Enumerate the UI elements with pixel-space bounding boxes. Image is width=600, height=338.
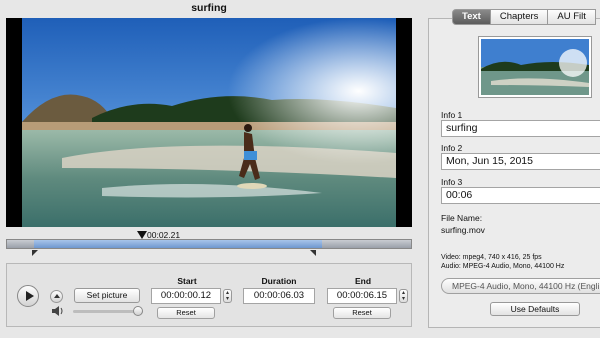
info1-field[interactable]: surfing bbox=[441, 120, 600, 137]
trim-end-handle[interactable] bbox=[310, 250, 316, 256]
info3-field[interactable]: 00:06 bbox=[441, 187, 600, 204]
start-stepper[interactable]: ▴ ▾ bbox=[223, 289, 232, 303]
end-label: End bbox=[354, 276, 372, 286]
set-picture-button[interactable]: Set picture bbox=[74, 288, 140, 303]
file-name-label: File Name: bbox=[441, 213, 483, 223]
video-viewer[interactable] bbox=[6, 18, 412, 227]
eject-icon[interactable] bbox=[50, 290, 63, 303]
trim-controls-panel: Set picture Start 00:00:00.12 ▴ ▾ Reset D… bbox=[6, 263, 412, 327]
tab-au-filters[interactable]: AU Filt bbox=[548, 9, 596, 25]
trim-selection bbox=[34, 240, 322, 248]
playhead-icon[interactable] bbox=[137, 231, 147, 239]
poster-thumbnail bbox=[478, 36, 592, 98]
start-time-field[interactable]: 00:00:00.12 bbox=[151, 288, 221, 304]
file-name-value: surfing.mov bbox=[441, 225, 485, 235]
inspector-tabs: Text Chapters AU Filt bbox=[452, 9, 596, 25]
end-stepper[interactable]: ▴ ▾ bbox=[399, 289, 408, 303]
start-label: Start bbox=[177, 276, 197, 286]
duration-field[interactable]: 00:00:06.03 bbox=[243, 288, 315, 304]
end-reset-button[interactable]: Reset bbox=[333, 307, 391, 319]
video-info: Video: mpeg4, 740 x 416, 25 fps bbox=[441, 254, 542, 261]
start-reset-button[interactable]: Reset bbox=[157, 307, 215, 319]
audio-info: Audio: MPEG-4 Audio, Mono, 44100 Hz bbox=[441, 263, 565, 270]
play-icon[interactable] bbox=[17, 285, 39, 307]
volume-knob[interactable] bbox=[133, 306, 143, 316]
trim-start-handle[interactable] bbox=[32, 250, 38, 256]
use-defaults-button[interactable]: Use Defaults bbox=[490, 302, 580, 316]
info2-field[interactable]: Mon, Jun 15, 2015 bbox=[441, 153, 600, 170]
audio-track-select[interactable]: MPEG-4 Audio, Mono, 44100 Hz (Engli bbox=[441, 278, 600, 294]
info3-label: Info 3 bbox=[441, 177, 463, 187]
tab-text[interactable]: Text bbox=[452, 9, 491, 25]
duration-label: Duration bbox=[261, 276, 297, 286]
video-frame bbox=[22, 18, 396, 227]
info2-label: Info 2 bbox=[441, 143, 463, 153]
end-time-field[interactable]: 00:00:06.15 bbox=[327, 288, 397, 304]
info1-label: Info 1 bbox=[441, 110, 463, 120]
timeline-scrubber[interactable] bbox=[6, 239, 412, 249]
window-title: surfing bbox=[191, 2, 227, 14]
speaker-icon bbox=[52, 306, 63, 316]
tab-chapters[interactable]: Chapters bbox=[490, 9, 549, 25]
